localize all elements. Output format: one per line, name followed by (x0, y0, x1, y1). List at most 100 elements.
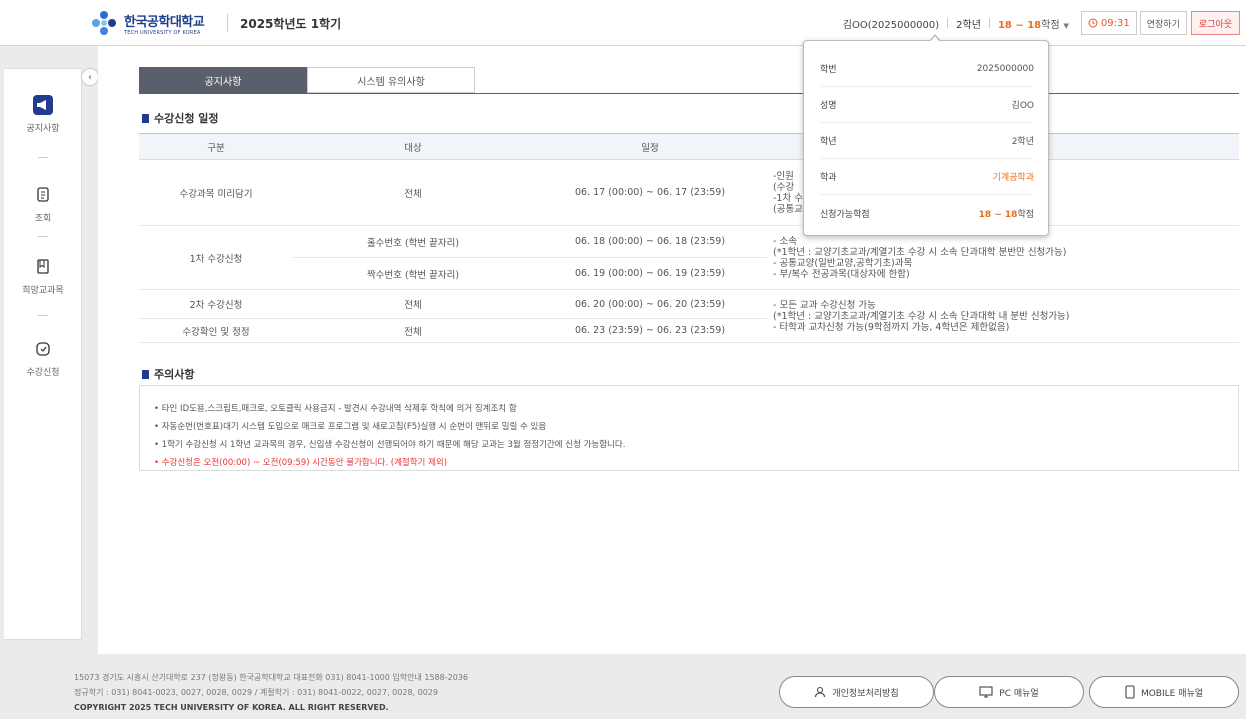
popup-credit-range: 18 ~ 18 (978, 209, 1018, 220)
remark-line: - 소속 (773, 235, 797, 247)
cell-target: 짝수번호 (학번 끝자리) (293, 257, 533, 290)
sidebar-item-notice[interactable]: 공지사항 (4, 95, 82, 134)
popup-label: 학년 (820, 137, 837, 147)
schedule-section-title: 수강신청 일정 (142, 110, 219, 126)
user-bar: 김OO(2025000000) 2학년 18 ~ 18학점 ▼ 09:31 연장하… (843, 11, 1246, 35)
pc-manual-label: PC 매뉴얼 (999, 688, 1039, 699)
mobile-manual-label: MOBILE 매뉴얼 (1140, 688, 1204, 699)
sidebar-divider (38, 236, 48, 237)
monitor-icon (979, 686, 993, 698)
sidebar-item-label: 조회 (34, 214, 52, 224)
footer-copyright: COPYRIGHT 2025 TECH UNIVERSITY OF KOREA.… (74, 703, 389, 712)
popup-pointer-fill (930, 36, 940, 42)
popup-row-credits: 신청가능학점 18 ~ 18학점 (820, 195, 1034, 231)
tab-notice[interactable]: 공지사항 (139, 67, 307, 93)
table-row: 2차 수강신청 전체 06. 20 (00:00) ~ 06. 20 (23:5… (139, 289, 1239, 343)
cell-target: 전체 (293, 289, 533, 319)
popup-label: 신청가능학점 (820, 209, 870, 220)
cell-category: 2차 수강신청 (139, 289, 293, 319)
cell-period: 06. 20 (00:00) ~ 06. 20 (23:59) (533, 289, 767, 319)
sidebar-item-wishlist[interactable]: 희망교과목 (4, 257, 82, 296)
popup-value: 2025000000 (976, 63, 1034, 74)
extend-session-button[interactable]: 연장하기 (1139, 11, 1187, 35)
cell-category: 수강확인 및 정정 (139, 318, 293, 343)
table-row: 1차 수강신청 홀수번호 (학번 끝자리) 06. 18 (00:00) ~ 0… (139, 225, 1239, 290)
header-category: 구분 (139, 133, 293, 160)
section-marker-icon (142, 369, 149, 379)
cell-target: 전체 (293, 159, 533, 226)
sidebar-item-label: 수강신청 (26, 368, 60, 378)
caution-section-title: 주의사항 (142, 366, 194, 382)
user-info-popup: 학번 2025000000 성명 김OO 학년 2학년 학과 기계공학과 신청가… (803, 40, 1049, 236)
caution-item: • 자동순번(번호표)대기 시스템 도입으로 매크로 프로그램 및 새로고침(F… (154, 422, 547, 432)
tab-bar: 공지사항 시스템 유의사항 (139, 67, 475, 93)
sidebar-divider (38, 315, 48, 316)
semester-title: 2025학년도 1학기 (240, 17, 342, 31)
table-row: 수강과목 미리담기 전체 06. 17 (00:00) ~ 06. 17 (23… (139, 159, 1239, 226)
user-icon (814, 686, 826, 698)
tab-system-notes[interactable]: 시스템 유의사항 (307, 67, 475, 93)
logo-name-ko: 한국공학대학교 (124, 14, 205, 30)
schedule-table: 구분 대상 일정 비고 수강과목 미리담기 전체 06. 17 (00:00) … (139, 133, 1239, 343)
remark-line: - 공통교양(일반교양,공학기초)과목 (773, 257, 913, 269)
pc-manual-button[interactable]: PC 매뉴얼 (934, 676, 1084, 708)
left-sidebar: 공지사항 조회 희망교과목 수강신청 (4, 68, 82, 640)
footer-info: 15073 경기도 시흥시 산기대학로 237 (정왕동) 한국공학대학교 대표… (74, 670, 468, 715)
sidebar-collapse-button[interactable]: ‹ (81, 68, 99, 86)
cell-period: 06. 23 (23:59) ~ 06. 23 (23:59) (533, 318, 767, 343)
sidebar-item-inquiry[interactable]: 조회 (4, 185, 82, 224)
privacy-policy-button[interactable]: 개인정보처리방침 (779, 676, 934, 708)
caution-warning: • 수강신청은 오전(00:00) ~ 오전(09:59) 시간동안 불가합니다… (154, 458, 448, 468)
sidebar-divider (38, 157, 48, 158)
cell-category: 수강과목 미리담기 (139, 159, 293, 226)
session-timer[interactable]: 09:31 (1080, 11, 1137, 35)
cell-target: 전체 (293, 318, 533, 343)
popup-label: 학번 (820, 65, 837, 75)
remark-line: - 타학과 교차신청 가능(9학점까지 가능, 4학년은 제한없음) (773, 321, 1010, 333)
logout-button[interactable]: 로그아웃 (1190, 11, 1240, 35)
sidebar-item-label: 공지사항 (26, 124, 60, 134)
sidebar-item-registration[interactable]: 수강신청 (4, 339, 82, 378)
caution-box: • 타인 ID도용,스크립트,매크로, 오토클릭 사용금지 - 발견시 수강내역… (139, 385, 1239, 471)
logo-name-en: TECH UNIVERSITY OF KOREA (124, 29, 201, 36)
header-target: 대상 (293, 133, 533, 160)
schedule-title: 수강신청 일정 (154, 112, 219, 125)
popup-row-department: 학과 기계공학과 (820, 159, 1034, 195)
chevron-left-icon: ‹ (88, 71, 92, 83)
credit-range-toggle[interactable]: 18 ~ 18학점 ▼ (998, 16, 1069, 31)
popup-row-grade: 학년 2학년 (820, 123, 1034, 159)
separator (947, 18, 949, 28)
footer-address: 15073 경기도 시흥시 산기대학로 237 (정왕동) 한국공학대학교 대표… (74, 673, 468, 682)
caution-item: • 타인 ID도용,스크립트,매크로, 오토클릭 사용금지 - 발견시 수강내역… (154, 404, 517, 414)
cell-target: 홀수번호 (학번 끝자리) (293, 225, 533, 258)
credit-unit: 학점 (1041, 19, 1060, 31)
mobile-manual-button[interactable]: MOBILE 매뉴얼 (1089, 676, 1239, 708)
sidebar-item-label: 희망교과목 (22, 286, 64, 296)
cell-category: 1차 수강신청 (139, 225, 293, 290)
user-id: 김OO(2025000000) (842, 19, 940, 31)
clock-icon (1088, 18, 1098, 28)
credit-range: 18 ~ 18 (997, 19, 1042, 31)
popup-label: 성명 (820, 101, 837, 111)
cell-period: 06. 17 (00:00) ~ 06. 17 (23:59) (533, 159, 767, 226)
university-logo[interactable]: 한국공학대학교 TECH UNIVERSITY OF KOREA (90, 9, 205, 37)
remark-line: - 모든 교과 수강신청 가능 (773, 299, 876, 311)
popup-row-name: 성명 김OO (820, 87, 1034, 123)
register-icon (33, 339, 53, 359)
popup-value: 18 ~ 18학점 (979, 207, 1034, 220)
megaphone-icon (33, 95, 53, 115)
table-header-row: 구분 대상 일정 비고 (139, 133, 1239, 160)
separator (988, 18, 990, 28)
popup-value: 2학년 (1011, 137, 1034, 147)
popup-credit-unit: 학점 (1017, 209, 1034, 220)
cell-remarks: - 모든 교과 수강신청 가능 (*1학년 : 교양기초교과/계열기초 수강 시… (767, 289, 1239, 343)
caution-item: • 1학기 수강신청 시 1학년 교과목의 경우, 신입생 수강신청이 선행되어… (154, 440, 626, 450)
header-divider (227, 14, 228, 32)
timer-value: 09:31 (1100, 17, 1130, 29)
tab-underline (139, 93, 1239, 94)
remark-line: (*1학년 : 교양기초교과/계열기초 수강 시 소속 단과대학 분반만 신청가… (773, 246, 1067, 258)
footer-phones: 정규학기 : 031) 8041-0023, 0027, 0028, 0029 … (74, 688, 438, 697)
document-icon (33, 185, 53, 205)
remark-line: (*1학년 : 교양기초교과/계열기초 수강 시 소속 단과대학 내 분반 신청… (773, 310, 1070, 322)
privacy-policy-label: 개인정보처리방침 (832, 688, 899, 699)
